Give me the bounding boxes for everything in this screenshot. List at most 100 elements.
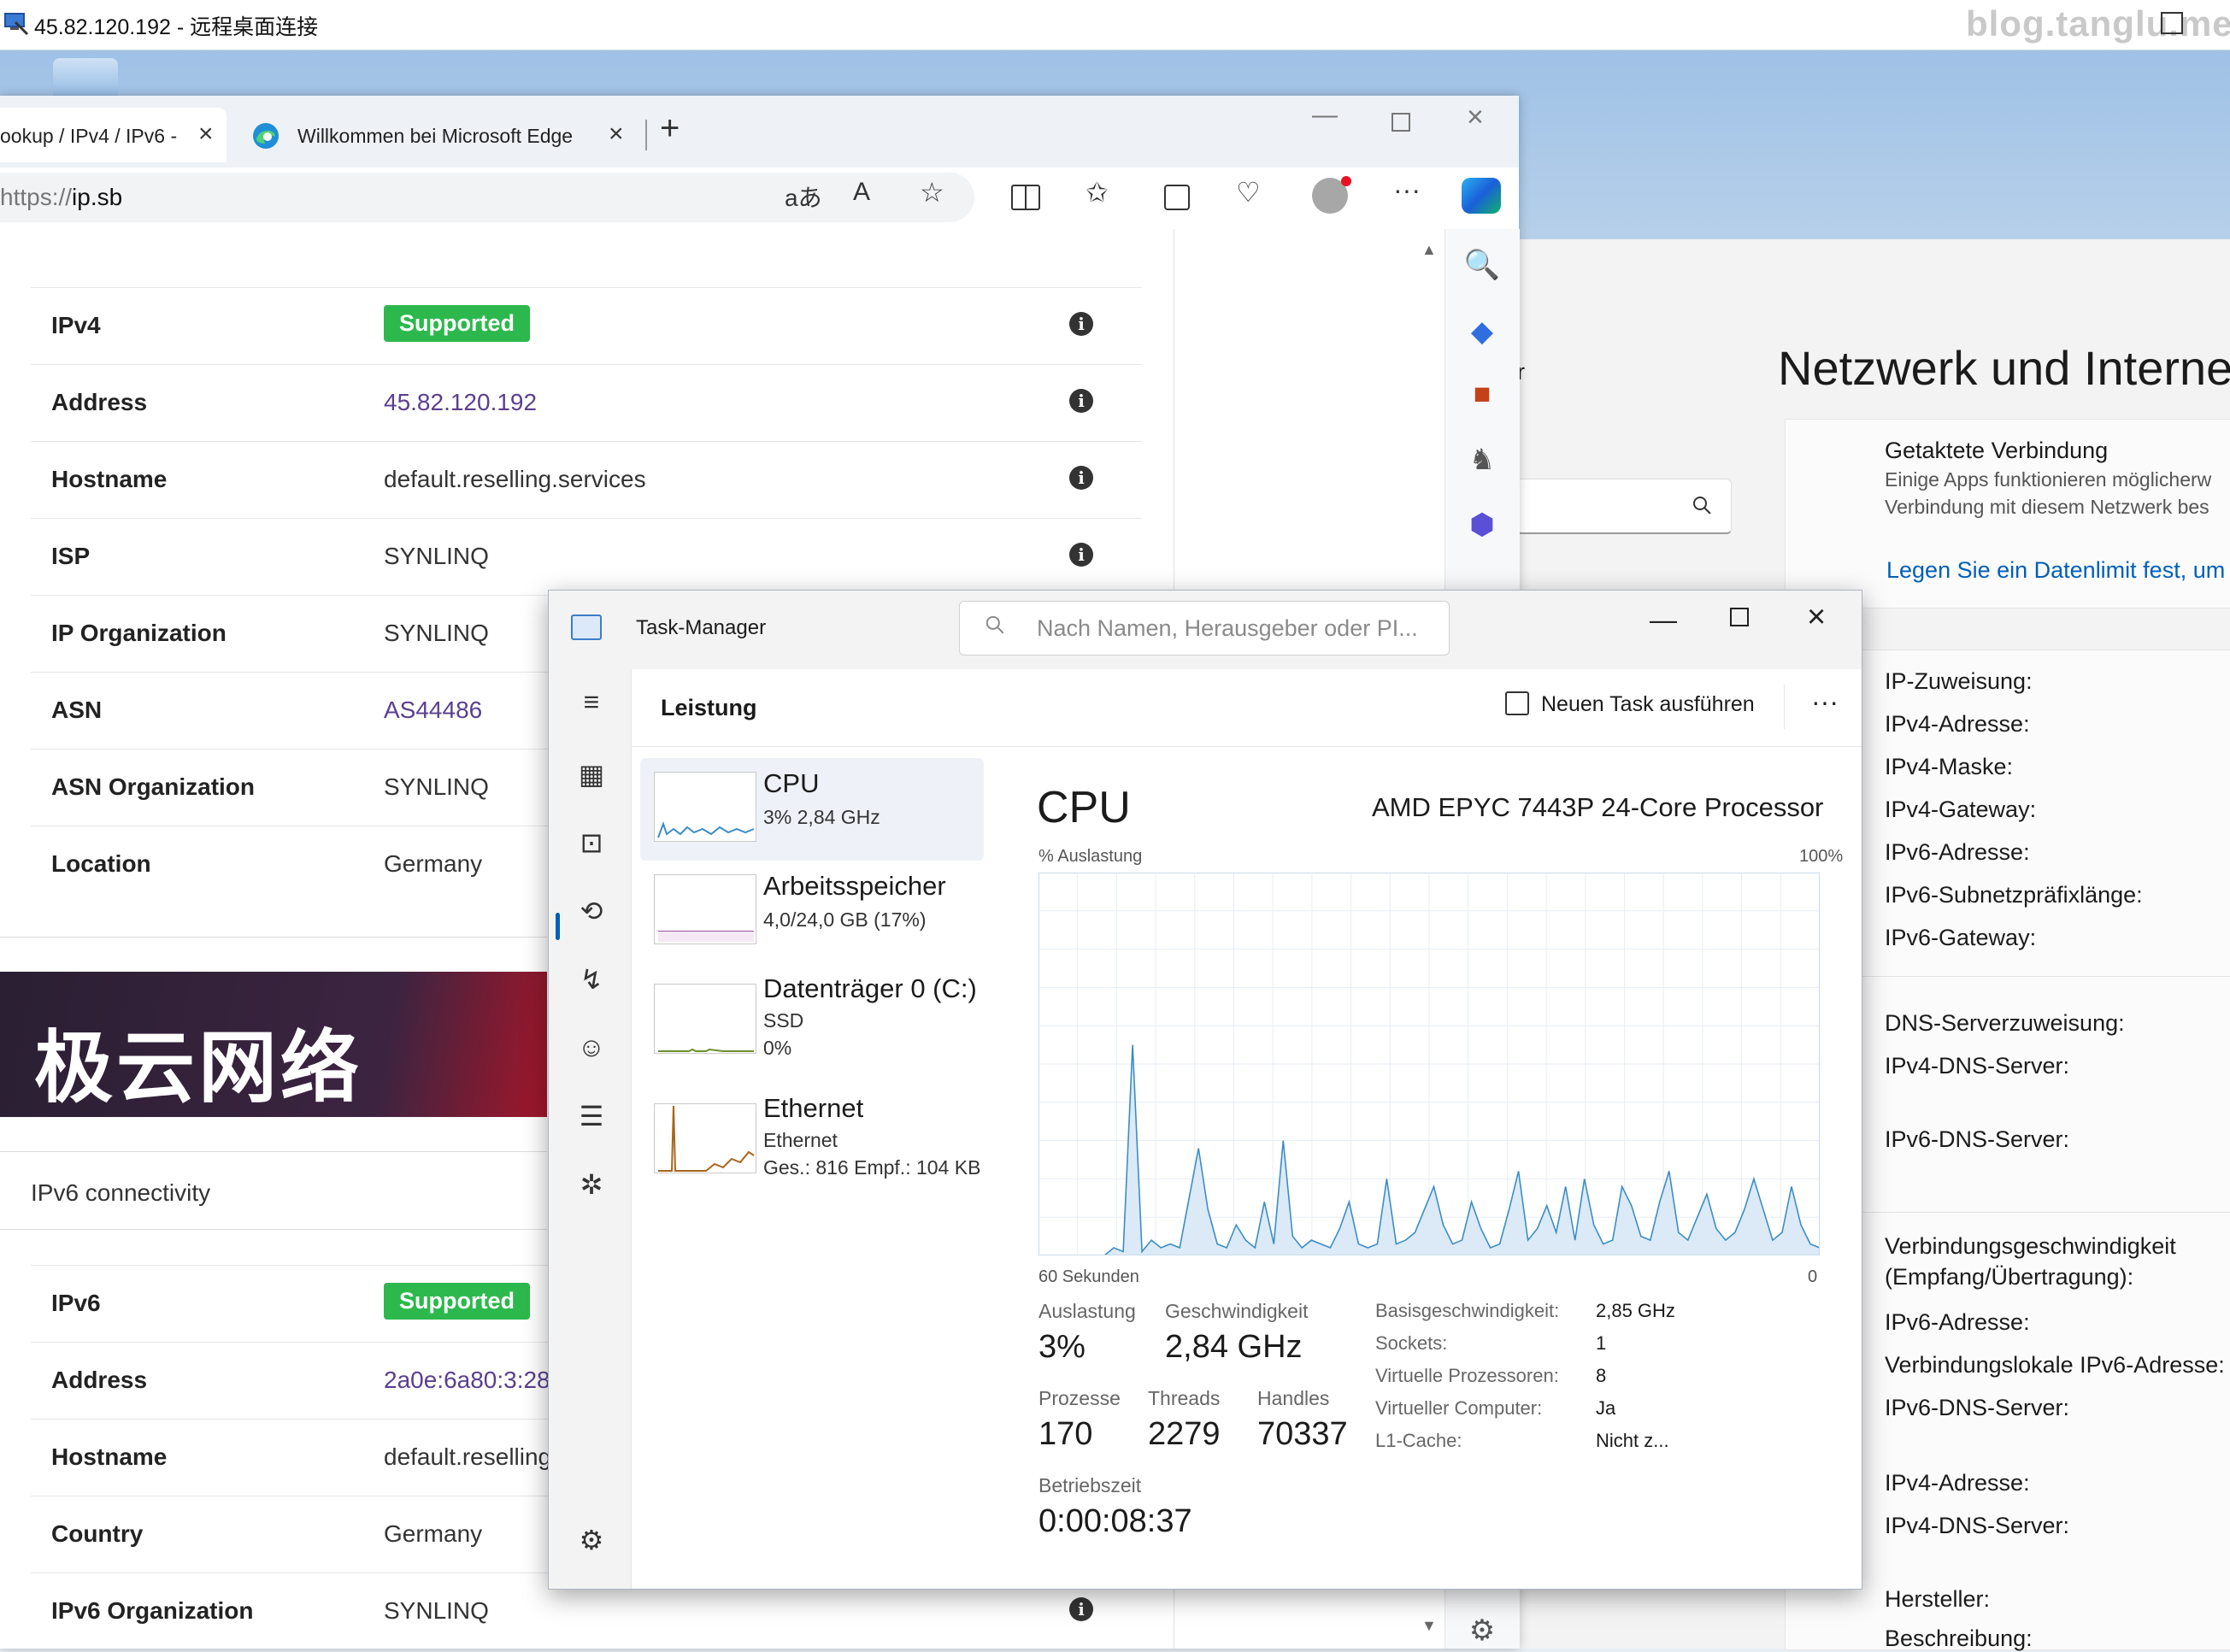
time-axis-label: 60 Sekunden [1039, 1267, 1139, 1286]
collections-icon[interactable] [1164, 185, 1190, 210]
close-icon[interactable]: × [198, 120, 214, 149]
hostname-row: Hostname default.reselling.services i [31, 441, 1142, 519]
stat-threads-label: Threads [1148, 1387, 1221, 1409]
settings-icon[interactable]: ⚙ [574, 1524, 609, 1556]
maximize-icon[interactable] [1392, 113, 1410, 132]
card-name: Arbeitsspeicher [763, 871, 946, 901]
data-limit-link[interactable]: Legen Sie ein Datenlimit fest, um [1886, 557, 2225, 584]
row-key: Address [51, 389, 148, 415]
detail-value: Ja [1596, 1397, 1616, 1419]
restore-icon[interactable] [2161, 12, 2183, 34]
new-task-icon [1505, 691, 1529, 715]
prop-ip-assignment: IP-Zuweisung: [1885, 668, 2033, 694]
prop-ipv6-address-2: IPv6-Adresse: [1885, 1309, 2030, 1335]
split-screen-icon[interactable] [1011, 185, 1040, 210]
perf-card-cpu[interactable]: CPU 3% 2,84 GHz [640, 758, 984, 861]
read-aloud-icon[interactable]: A [853, 178, 870, 207]
performance-icon[interactable]: ⊡ [574, 826, 609, 859]
copilot-icon[interactable] [1462, 178, 1501, 214]
cpu-title: CPU [1037, 783, 1131, 832]
more-menu-icon[interactable]: ··· [1393, 174, 1421, 206]
tm-search-input[interactable]: Nach Namen, Herausgeber oder PI... [959, 601, 1450, 656]
row-key: ISP [51, 543, 91, 569]
users-icon[interactable]: ☺ [574, 1032, 609, 1063]
detail-key: Virtuelle Prozessoren: [1375, 1365, 1559, 1386]
divider [0, 1151, 547, 1152]
asn-link[interactable]: AS44486 [384, 697, 482, 724]
minimize-icon[interactable]: — [1650, 604, 1677, 636]
perf-card-ethernet[interactable]: Ethernet Ethernet Ges.: 816 Empf.: 104 K… [640, 1083, 984, 1202]
tab-label: ookup / IPv4 / IPv6 - [0, 125, 178, 147]
new-tab-icon[interactable]: + [660, 109, 680, 148]
maximize-icon[interactable] [1730, 608, 1749, 626]
row-value: Germany [384, 1520, 483, 1547]
divider [0, 937, 547, 938]
tab-ip-lookup[interactable]: ookup / IPv4 / IPv6 - × [0, 108, 227, 162]
recycle-bin-icon[interactable] [53, 58, 118, 101]
row-key: IPv4 [51, 312, 101, 338]
perf-card-disk[interactable]: Datenträger 0 (C:) SSD 0% [640, 963, 984, 1083]
favorites-icon[interactable]: ✩ [1086, 176, 1109, 209]
metered-desc-2: Verbindung mit diesem Netzwerk bes [1885, 496, 2209, 518]
row-value: default.reselling [384, 1443, 552, 1470]
supported-badge: Supported [384, 305, 530, 342]
address-text[interactable]: https://ip.sb [0, 184, 122, 211]
prop-manufacturer: Hersteller: [1885, 1586, 1991, 1612]
favorite-star-icon[interactable]: ☆ [920, 176, 944, 209]
scroll-up-arrow-icon[interactable]: ▲ [1421, 241, 1437, 259]
ipv6-address-link[interactable]: 2a0e:6a80:3:286 [384, 1367, 563, 1394]
prop-description: Beschreibung: [1885, 1626, 2033, 1651]
prop-dns-assignment: DNS-Serverzuweisung: [1885, 1010, 2125, 1036]
info-icon[interactable]: i [1069, 466, 1093, 490]
hamburger-menu-icon[interactable]: ≡ [574, 686, 609, 718]
services-icon[interactable]: ✲ [574, 1168, 609, 1201]
cpu-usage-graph [1039, 873, 1820, 1255]
axis-min-label: 0 [1808, 1267, 1818, 1286]
translate-icon[interactable]: aあ [785, 179, 822, 214]
close-icon[interactable]: × [609, 120, 624, 149]
processes-icon[interactable]: ▦ [574, 758, 609, 791]
startup-apps-icon[interactable]: ↯ [574, 963, 609, 996]
info-icon[interactable]: i [1069, 543, 1093, 567]
ip-address-link[interactable]: 45.82.120.192 [384, 389, 537, 416]
cpu-thumbnail-graph [654, 772, 756, 842]
info-icon[interactable]: i [1069, 312, 1093, 336]
banner-text: 极云网络 [34, 1025, 363, 1112]
new-task-button[interactable]: Neuen Task ausführen [1505, 691, 1755, 717]
more-options-icon[interactable]: ··· [1811, 686, 1839, 718]
divider [0, 1229, 547, 1230]
settings-search-input[interactable] [1516, 479, 1732, 534]
games-icon[interactable]: ♞ [1461, 443, 1503, 477]
shopping-tag-icon[interactable]: ◆ [1461, 315, 1503, 349]
info-icon[interactable]: i [1069, 1597, 1093, 1621]
search-icon[interactable]: 🔍 [1461, 248, 1503, 282]
scroll-down-arrow-icon[interactable]: ▼ [1421, 1617, 1437, 1635]
new-task-label: Neuen Task ausführen [1541, 692, 1755, 716]
close-window-icon[interactable]: × [1467, 101, 1484, 134]
edge-tab-strip [0, 96, 1519, 168]
close-window-icon[interactable]: × [1807, 599, 1826, 636]
browser-essentials-icon[interactable]: ♡ [1236, 176, 1261, 209]
row-value: default.reselling.services [384, 466, 646, 492]
address-bar[interactable] [0, 173, 974, 222]
tab-label: Willkommen bei Microsoft Edge [297, 125, 574, 147]
axis-max-label: 100% [1799, 847, 1844, 866]
profile-avatar[interactable] [1312, 176, 1351, 214]
stat-processes-value: 170 [1039, 1416, 1093, 1452]
details-icon[interactable]: ☰ [574, 1100, 609, 1132]
tm-main-panel: Leistung Neuen Task ausführen ··· CPU 3%… [631, 669, 1862, 1589]
tools-icon[interactable]: ■ [1461, 378, 1503, 411]
office-icon[interactable]: ⬢ [1461, 508, 1503, 542]
detail-value: 1 [1596, 1332, 1607, 1354]
minimize-icon[interactable]: — [1312, 101, 1338, 130]
detail-key: Virtueller Computer: [1375, 1397, 1543, 1419]
sidebar-settings-icon[interactable]: ⚙ [1461, 1614, 1503, 1648]
perf-card-memory[interactable]: Arbeitsspeicher 4,0/24,0 GB (17%) [640, 861, 984, 963]
app-history-icon[interactable]: ⟲ [574, 895, 609, 927]
tab-welcome-edge[interactable]: Willkommen bei Microsoft Edge × [239, 108, 641, 162]
prop-ipv4-mask: IPv4-Maske: [1885, 754, 2014, 779]
tm-nav-rail: ≡ ▦ ⊡ ⟲ ↯ ☺ ☰ ✲ ⚙ [549, 669, 631, 1589]
detail-value: 2,85 GHz [1596, 1300, 1675, 1321]
edge-logo-icon [253, 123, 279, 149]
info-icon[interactable]: i [1069, 389, 1093, 413]
